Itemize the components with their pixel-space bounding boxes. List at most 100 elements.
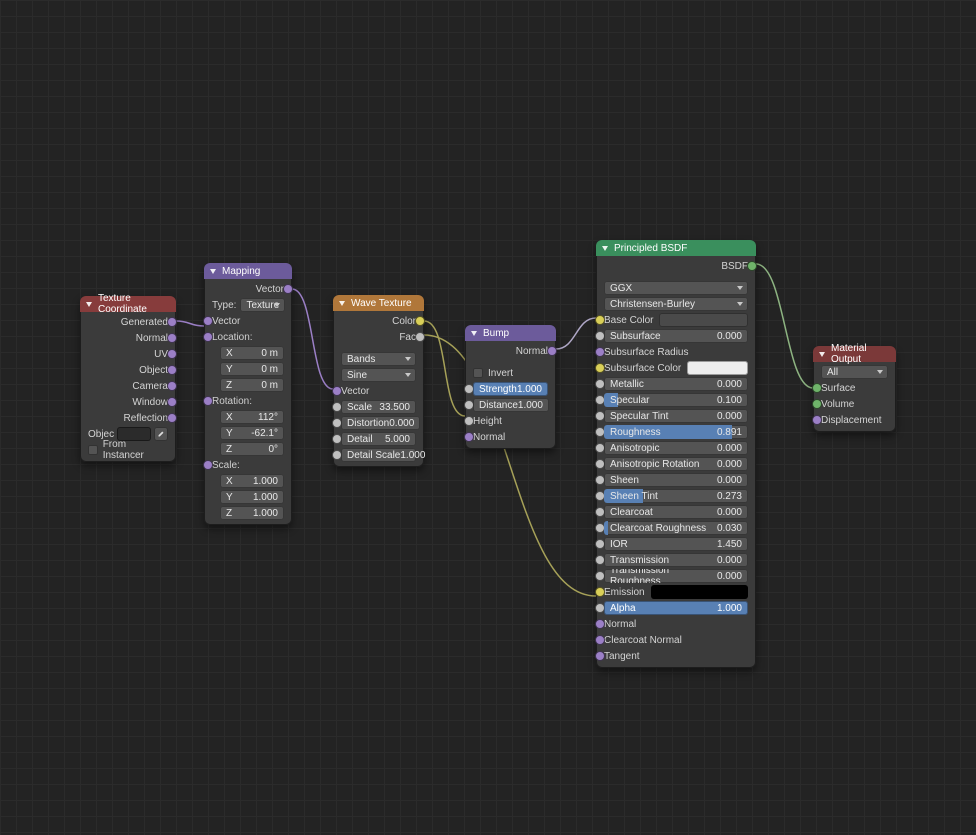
distance-field[interactable]: Distance1.000 [473, 398, 549, 412]
sss-color-swatch[interactable] [687, 361, 748, 375]
rotation-y[interactable]: Y-62.1° [220, 426, 284, 440]
collapse-icon[interactable] [471, 331, 477, 336]
distribution-dropdown[interactable]: GGX [604, 281, 748, 295]
socket-out[interactable] [167, 397, 177, 407]
node-header[interactable]: Wave Texture [333, 295, 424, 311]
output-normal: Normal [84, 331, 172, 345]
node-editor[interactable]: Texture Coordinate Generated Normal UV O… [0, 0, 976, 835]
invert-checkbox[interactable] [473, 368, 483, 378]
socket-in[interactable] [812, 399, 822, 409]
socket-in[interactable] [812, 383, 822, 393]
clearcoat-rough-slider[interactable]: Clearcoat Roughness0.030 [604, 521, 748, 535]
output-uv: UV [84, 347, 172, 361]
socket-in[interactable] [595, 363, 605, 373]
wave-profile-dropdown[interactable]: Sine [341, 368, 416, 382]
socket-in[interactable] [595, 619, 605, 629]
collapse-icon[interactable] [602, 246, 608, 251]
input-normal: Normal [469, 430, 552, 444]
collapse-icon[interactable] [819, 352, 825, 357]
scale-x[interactable]: X1.000 [220, 474, 284, 488]
node-header[interactable]: Mapping [204, 263, 292, 279]
location-y[interactable]: Y0 m [220, 362, 284, 376]
node-header[interactable]: Material Output [813, 346, 896, 362]
socket-in[interactable] [595, 635, 605, 645]
base-color-swatch[interactable] [659, 313, 748, 327]
clearcoat-slider[interactable]: Clearcoat0.000 [604, 505, 748, 519]
scale-y[interactable]: Y1.000 [220, 490, 284, 504]
node-header[interactable]: Bump [465, 325, 556, 341]
socket-in[interactable] [812, 415, 822, 425]
specular-tint-slider[interactable]: Specular Tint0.000 [604, 409, 748, 423]
ior-field[interactable]: IOR1.450 [604, 537, 748, 551]
node-bump[interactable]: Bump Normal Invert Strength1.000 Distanc… [465, 325, 556, 449]
alpha-slider[interactable]: Alpha1.000 [604, 601, 748, 615]
from-instancer-checkbox[interactable] [88, 445, 98, 455]
output-normal: Normal [469, 344, 552, 358]
subsurface-slider[interactable]: Subsurface0.000 [604, 329, 748, 343]
type-dropdown[interactable]: Texture [240, 298, 285, 312]
collapse-icon[interactable] [86, 302, 92, 307]
socket-out[interactable] [167, 333, 177, 343]
socket-in[interactable] [595, 347, 605, 357]
socket-in[interactable] [203, 396, 213, 406]
socket-in[interactable] [464, 416, 474, 426]
anisotropic-slider[interactable]: Anisotropic0.000 [604, 441, 748, 455]
socket-in[interactable] [464, 432, 474, 442]
aniso-rot-slider[interactable]: Anisotropic Rotation0.000 [604, 457, 748, 471]
socket-out[interactable] [167, 365, 177, 375]
output-reflection: Reflection [84, 411, 172, 425]
detail-scale-field[interactable]: Detail Scale1.000 [341, 448, 416, 462]
from-instancer-row[interactable]: From Instancer [84, 443, 172, 457]
emission-swatch[interactable] [651, 585, 748, 599]
sheen-slider[interactable]: Sheen0.000 [604, 473, 748, 487]
transmission-slider[interactable]: Transmission0.000 [604, 553, 748, 567]
socket-out[interactable] [547, 346, 557, 356]
collapse-icon[interactable] [210, 269, 216, 274]
distortion-field[interactable]: Distortion0.000 [341, 416, 420, 430]
input-base-color: Base Color [600, 313, 752, 327]
node-principled-bsdf[interactable]: Principled BSDF BSDF GGX Christensen-Bur… [596, 240, 756, 668]
socket-out[interactable] [415, 316, 425, 326]
target-dropdown[interactable]: All [821, 365, 888, 379]
sss-method-dropdown[interactable]: Christensen-Burley [604, 297, 748, 311]
invert-row[interactable]: Invert [469, 366, 552, 380]
node-header[interactable]: Principled BSDF [596, 240, 756, 256]
socket-out[interactable] [167, 413, 177, 423]
metallic-slider[interactable]: Metallic0.000 [604, 377, 748, 391]
node-mapping[interactable]: Mapping Vector Type: Texture Vector Loca… [204, 263, 292, 525]
socket-in[interactable] [332, 386, 342, 396]
socket-out[interactable] [283, 284, 293, 294]
roughness-slider[interactable]: Roughness0.891 [604, 425, 748, 439]
node-texture-coordinate[interactable]: Texture Coordinate Generated Normal UV O… [80, 296, 176, 462]
specular-slider[interactable]: Specular0.100 [604, 393, 748, 407]
scale-z[interactable]: Z1.000 [220, 506, 284, 520]
socket-in[interactable] [595, 651, 605, 661]
socket-in[interactable] [595, 587, 605, 597]
socket-out[interactable] [167, 349, 177, 359]
socket-out[interactable] [167, 317, 177, 327]
wave-type-dropdown[interactable]: Bands [341, 352, 416, 366]
input-sss-radius: Subsurface Radius [600, 345, 752, 359]
socket-in[interactable] [203, 316, 213, 326]
node-header[interactable]: Texture Coordinate [80, 296, 176, 312]
rotation-z[interactable]: Z0° [220, 442, 284, 456]
sheen-tint-slider[interactable]: Sheen Tint0.273 [604, 489, 748, 503]
trans-rough-slider[interactable]: Transmission Roughness0.000 [604, 569, 748, 583]
location-z[interactable]: Z0 m [220, 378, 284, 392]
socket-in[interactable] [595, 315, 605, 325]
detail-field[interactable]: Detail5.000 [341, 432, 416, 446]
socket-out[interactable] [747, 261, 757, 271]
node-title: Bump [483, 328, 509, 339]
scale-field[interactable]: Scale33.500 [341, 400, 416, 414]
node-material-output[interactable]: Material Output All Surface Volume Displ… [813, 346, 896, 432]
strength-field[interactable]: Strength1.000 [473, 382, 548, 396]
input-clearcoat-normal: Clearcoat Normal [600, 633, 752, 647]
rotation-x[interactable]: X112° [220, 410, 284, 424]
socket-out[interactable] [415, 332, 425, 342]
socket-in[interactable] [203, 332, 213, 342]
collapse-icon[interactable] [339, 301, 345, 306]
node-wave-texture[interactable]: Wave Texture Color Fac Bands Sine Vector… [333, 295, 424, 467]
location-x[interactable]: X0 m [220, 346, 284, 360]
socket-in[interactable] [203, 460, 213, 470]
socket-out[interactable] [167, 381, 177, 391]
